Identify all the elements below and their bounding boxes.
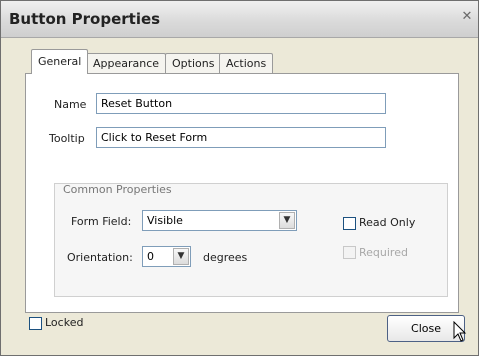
read-only-checkbox[interactable] [343, 217, 356, 230]
title-bar: Button Properties ✕ [1, 1, 478, 38]
close-icon[interactable]: ✕ [460, 9, 474, 24]
name-field[interactable] [96, 93, 386, 114]
tab-label: Actions [226, 57, 267, 70]
locked-checkbox[interactable] [29, 317, 42, 330]
form-field-label: Form Field: [71, 215, 132, 228]
mouse-pointer-icon [453, 321, 467, 342]
chevron-down-icon[interactable]: ▼ [279, 212, 295, 229]
tooltip-field[interactable] [96, 127, 386, 148]
tab-label: Appearance [93, 57, 160, 70]
common-properties-group: Common Properties [54, 183, 448, 297]
orientation-value: 0 [147, 250, 154, 263]
form-field-dropdown[interactable]: Visible ▼ [142, 210, 297, 231]
button-properties-dialog: Button Properties ✕ General Appearance O… [0, 0, 479, 356]
tooltip-label: Tooltip [49, 132, 85, 145]
orientation-label: Orientation: [67, 251, 133, 264]
chevron-down-icon[interactable]: ▼ [173, 248, 189, 265]
required-label: Required [359, 246, 408, 259]
degrees-label: degrees [203, 251, 248, 264]
locked-label: Locked [45, 316, 84, 329]
tab-actions[interactable]: Actions [219, 53, 274, 73]
tab-appearance[interactable]: Appearance [86, 53, 167, 73]
required-checkbox [343, 246, 356, 259]
tab-label: Options [172, 57, 215, 70]
orientation-dropdown[interactable]: 0 ▼ [142, 246, 191, 267]
tab-options[interactable]: Options [165, 53, 222, 73]
tab-general[interactable]: General [31, 49, 89, 74]
close-button-label: Close [411, 322, 441, 335]
form-field-value: Visible [147, 214, 183, 227]
name-label: Name [54, 98, 87, 111]
common-properties-title: Common Properties [63, 183, 172, 196]
read-only-label: Read Only [359, 216, 416, 229]
dialog-title: Button Properties [9, 10, 161, 28]
tab-label: General [38, 55, 82, 68]
